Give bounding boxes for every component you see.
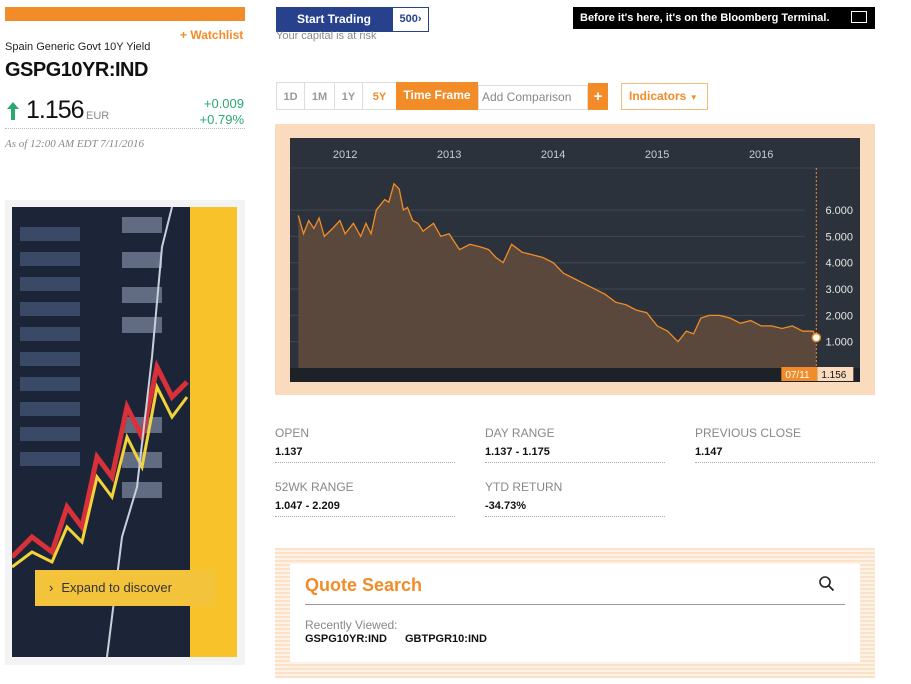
as-of-timestamp: As of 12:00 AM EDT 7/11/2016: [5, 128, 245, 150]
open-value: 1.137: [275, 446, 455, 463]
x-tick-label: 2014: [541, 149, 565, 161]
52wk-range-label: 52WK RANGE: [275, 480, 354, 494]
watchlist-button[interactable]: + Watchlist: [180, 28, 243, 42]
chart-last-value-label: 1.156: [821, 370, 846, 381]
caret-down-icon: ▼: [689, 93, 698, 102]
range-1m-button[interactable]: 1M: [304, 82, 334, 110]
price-currency: EUR: [86, 110, 110, 122]
last-price: 1.156: [26, 96, 85, 124]
day-range-label: DAY RANGE: [485, 426, 555, 440]
brand-color-bar: [5, 7, 245, 21]
price-change-percent: +0.79%: [199, 112, 244, 127]
indicators-label: Indicators: [629, 89, 687, 103]
chevron-right-icon: ›: [417, 13, 422, 25]
range-1y-button[interactable]: 1Y: [334, 82, 362, 110]
y-tick-label: 5.000: [825, 231, 853, 243]
chart-last-date-label: 07/11: [785, 370, 810, 381]
open-label: OPEN: [275, 426, 310, 440]
terminal-icon: [851, 11, 867, 23]
add-comparison-button[interactable]: +: [588, 83, 608, 110]
y-tick-label: 6.000: [825, 205, 853, 217]
add-comparison-input[interactable]: Add Comparison: [478, 85, 588, 110]
ad-expand-button[interactable]: › Expand to discover: [35, 570, 215, 606]
price-change-absolute: +0.009: [203, 96, 244, 111]
ad-expand-label: Expand to discover: [61, 580, 172, 595]
x-tick-label: 2012: [333, 149, 357, 161]
start-trading-button[interactable]: Start Trading: [276, 7, 392, 32]
bloomberg-terminal-banner[interactable]: Before it's here, it's on the Bloomberg …: [573, 7, 875, 29]
search-icon[interactable]: [818, 575, 836, 593]
quote-search-input[interactable]: [305, 604, 845, 605]
recent-quote-link[interactable]: GBTPGR10:IND: [405, 633, 487, 645]
y-tick-label: 2.000: [825, 310, 853, 322]
ytd-return-value: -34.73%: [485, 500, 665, 517]
x-tick-label: 2016: [749, 149, 773, 161]
ticker-symbol: GSPG10YR:IND: [5, 59, 148, 81]
time-frame-button[interactable]: Time Frame: [396, 82, 478, 110]
sp500-label: 500: [399, 13, 418, 25]
quote-search-title: Quote Search: [305, 575, 423, 595]
capital-risk-note: Your capital is at risk: [276, 30, 377, 42]
price-chart[interactable]: 2012 2013 2014 2015 2016 6.000 5.000 4.000 3.00…: [290, 138, 860, 382]
range-1d-button[interactable]: 1D: [276, 82, 304, 110]
52wk-range-value: 1.047 - 2.209: [275, 500, 455, 517]
y-tick-label: 1.000: [825, 337, 853, 349]
chevron-right-icon: ›: [49, 580, 54, 595]
range-5y-button[interactable]: 5Y: [362, 82, 396, 110]
sp500-badge[interactable]: 500›: [392, 7, 429, 32]
previous-close-label: PREVIOUS CLOSE: [695, 426, 802, 440]
y-tick-label: 3.000: [825, 284, 853, 296]
y-tick-label: 4.000: [825, 258, 853, 270]
x-tick-label: 2015: [645, 149, 669, 161]
x-tick-label: 2013: [437, 149, 461, 161]
recently-viewed-label: Recently Viewed:: [305, 618, 398, 632]
indicators-dropdown[interactable]: Indicators ▼: [621, 83, 708, 110]
day-range-value: 1.137 - 1.175: [485, 446, 665, 463]
last-point-marker: [811, 332, 822, 343]
up-arrow-icon: [7, 102, 19, 120]
ytd-return-label: YTD RETURN: [485, 480, 563, 494]
security-name: Spain Generic Govt 10Y Yield: [5, 41, 151, 53]
recent-quote-link[interactable]: GSPG10YR:IND: [305, 633, 387, 645]
previous-close-value: 1.147: [695, 446, 875, 463]
